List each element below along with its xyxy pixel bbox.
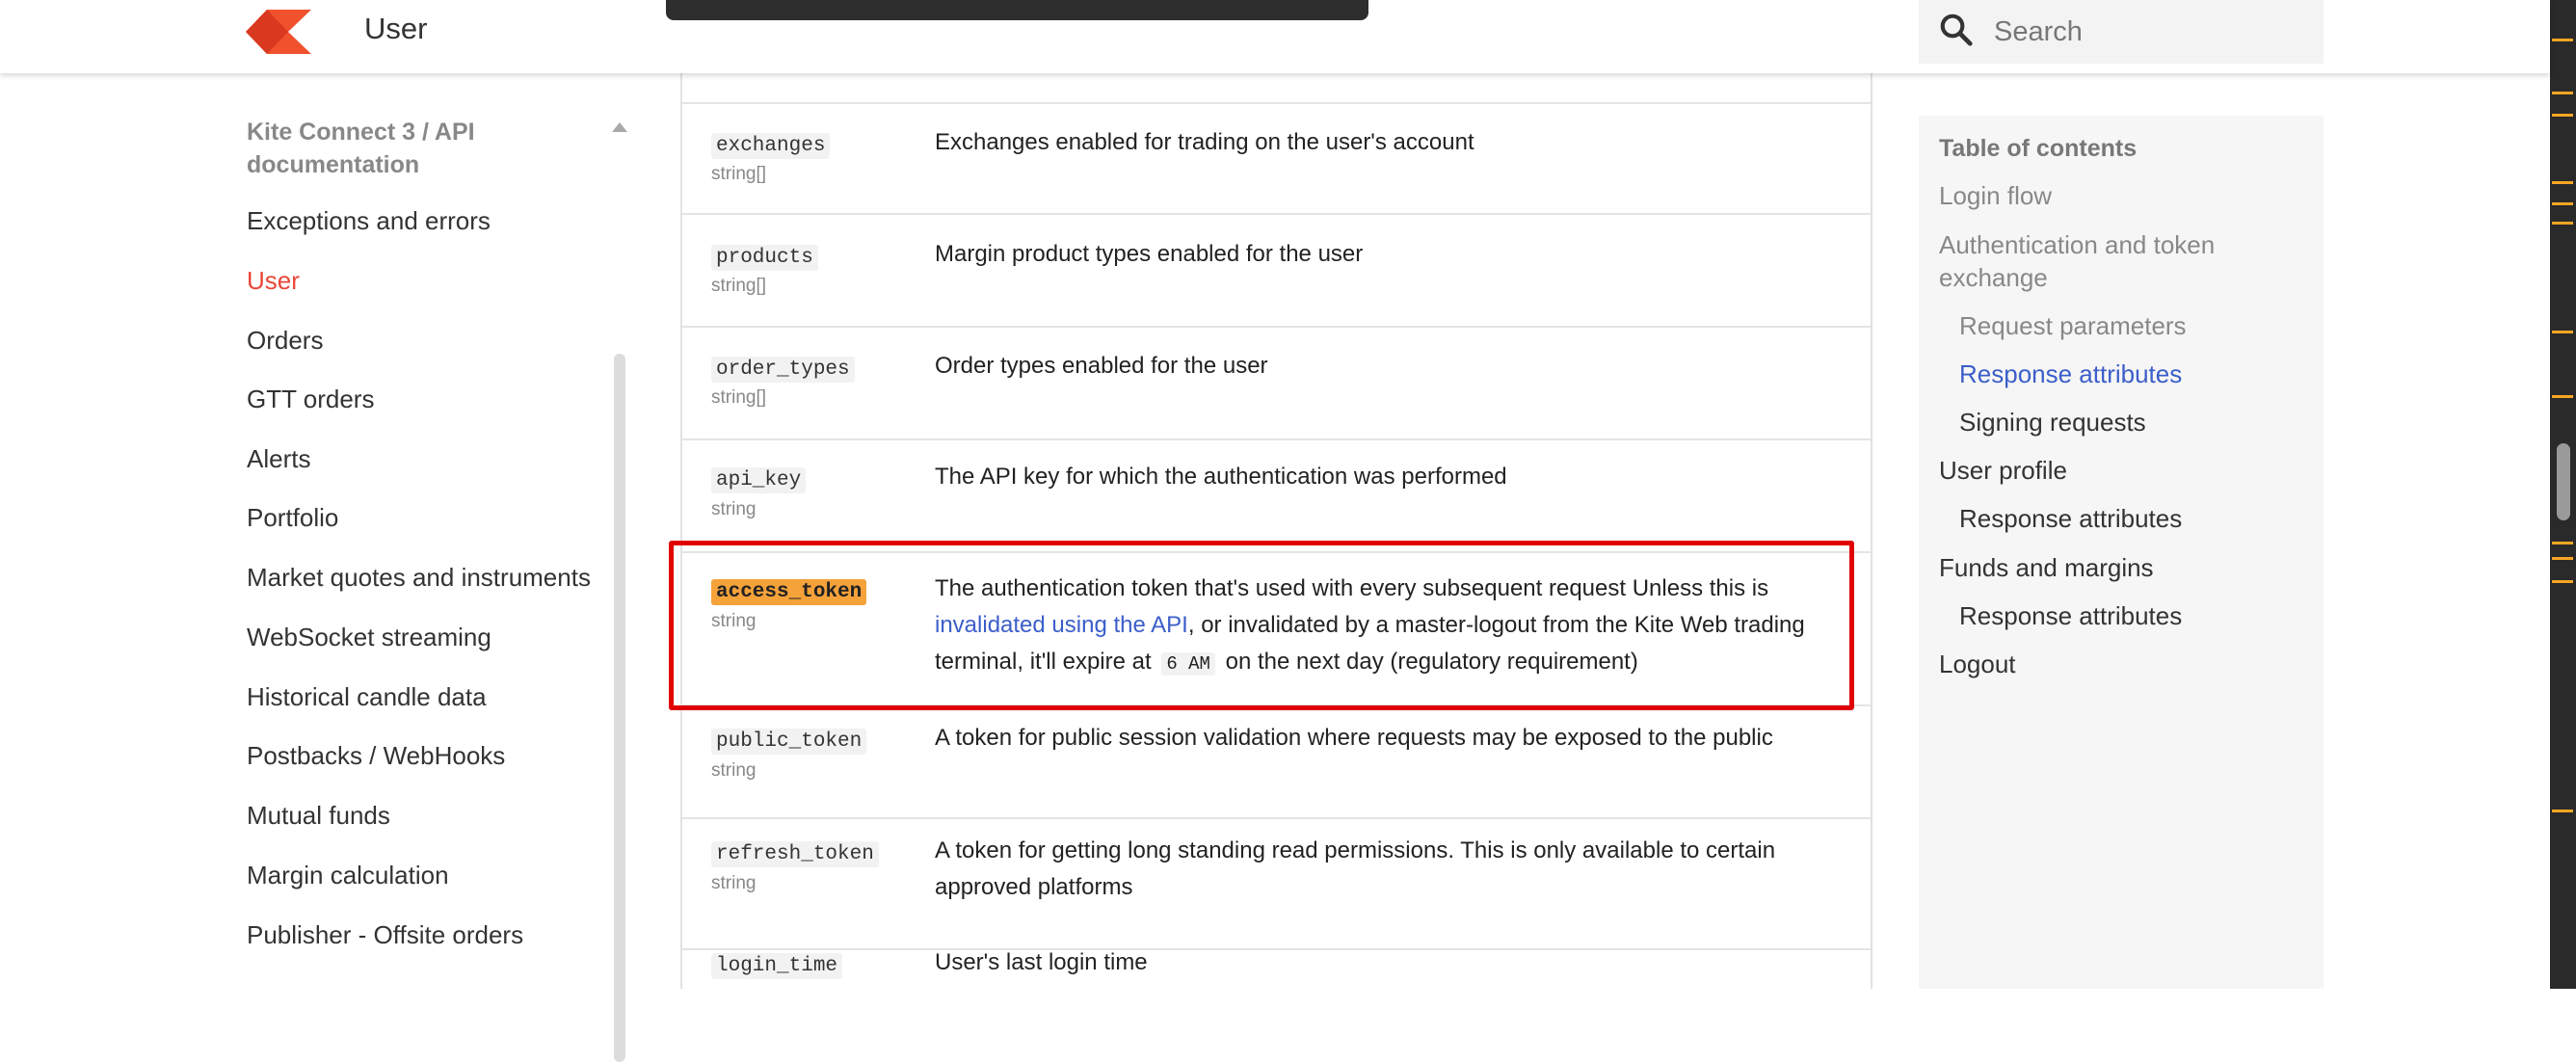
param-type: string [711, 760, 757, 781]
sidebar-item-gtt-orders[interactable]: GTT orders [247, 385, 374, 414]
toc-item-authentication[interactable]: Authentication and token exchange [1939, 228, 2305, 294]
param-description: Margin product types enabled for the use… [935, 241, 1364, 267]
sidebar-item-exceptions[interactable]: Exceptions and errors [247, 206, 491, 236]
sidebar-item-websocket[interactable]: WebSocket streaming [247, 623, 491, 652]
sidebar-item-publisher-offsite[interactable]: Publisher - Offsite orders [247, 920, 523, 950]
table-row: api_key string The API key for which the… [682, 440, 1871, 553]
table-row: order_types string[] Order types enabled… [682, 328, 1871, 440]
param-type: string [711, 499, 757, 519]
sidebar-section-title[interactable]: Kite Connect 3 / API documentation [247, 116, 536, 181]
param-name: public_token [711, 729, 867, 755]
param-description: A token for public session validation wh… [935, 725, 1773, 751]
param-type: string[] [711, 276, 767, 296]
search-icon[interactable] [1938, 12, 1975, 48]
search-match-marker [2552, 331, 2573, 333]
toc-item-request-parameters[interactable]: Request parameters [1959, 309, 2187, 342]
param-name: refresh_token [711, 841, 879, 867]
toc-item-logout[interactable]: Logout [1939, 648, 2016, 680]
top-header: User [0, 0, 2550, 73]
search-match-marker [2552, 202, 2573, 205]
search-match-marker [2552, 395, 2573, 398]
param-name: order_types [711, 357, 855, 383]
sidebar: Kite Connect 3 / API documentation Excep… [0, 73, 636, 1062]
sidebar-item-portfolio[interactable]: Portfolio [247, 503, 338, 533]
param-description: The API key for which the authentication… [935, 464, 1507, 490]
param-description: User's last login time [935, 949, 1148, 975]
search-match-marker [2552, 39, 2573, 41]
toc-item-login-flow[interactable]: Login flow [1939, 179, 2052, 212]
search-match-marker [2552, 542, 2573, 544]
param-type: string[] [711, 387, 767, 408]
toc-item-user-profile[interactable]: User profile [1939, 454, 2067, 487]
sidebar-item-historical[interactable]: Historical candle data [247, 682, 487, 712]
table-row: exchanges string[] Exchanges enabled for… [682, 104, 1871, 215]
search-match-marker [2552, 580, 2573, 583]
table-row: login_time User's last login time [682, 949, 1871, 989]
table-row: refresh_token string A token for getting… [682, 819, 1871, 950]
sidebar-scrollbar[interactable] [614, 354, 625, 1062]
search-match-marker [2552, 222, 2573, 225]
page-title: User [364, 12, 428, 45]
table-row [682, 73, 1871, 104]
search-box[interactable] [1919, 0, 2324, 64]
sidebar-item-orders[interactable]: Orders [247, 326, 323, 356]
sidebar-item-margin-calculation[interactable]: Margin calculation [247, 861, 449, 890]
search-match-marker [2552, 181, 2573, 184]
toc-item-signing-requests[interactable]: Signing requests [1959, 406, 2146, 438]
search-match-marker [2552, 92, 2573, 94]
param-type: string[] [711, 164, 767, 184]
toc-item-response-attributes-active[interactable]: Response attributes [1959, 358, 2182, 390]
red-highlight-annotation [669, 541, 1854, 710]
sidebar-item-market-quotes[interactable]: Market quotes and instruments [247, 563, 591, 593]
param-name: api_key [711, 467, 807, 493]
kite-logo-icon[interactable] [246, 10, 311, 54]
sidebar-item-postbacks[interactable]: Postbacks / WebHooks [247, 741, 505, 771]
search-input[interactable] [1992, 13, 2304, 51]
toc-item-funds-margins[interactable]: Funds and margins [1939, 551, 2154, 584]
toc-title: Table of contents [1939, 135, 2138, 162]
search-match-marker [2552, 557, 2573, 560]
sidebar-item-alerts[interactable]: Alerts [247, 444, 310, 474]
collapse-caret-icon[interactable] [612, 122, 627, 132]
param-type: string [711, 873, 757, 893]
scrollbar-thumb[interactable] [2557, 443, 2570, 520]
param-description: Exchanges enabled for trading on the use… [935, 129, 1474, 155]
table-row: public_token string A token for public s… [682, 706, 1871, 819]
table-row: products string[] Margin product types e… [682, 215, 1871, 328]
tooltip-bar [666, 0, 1368, 20]
search-match-marker [2552, 810, 2573, 812]
param-name: exchanges [711, 133, 831, 159]
table-of-contents: Table of contents Login flow Authenticat… [1919, 116, 2324, 989]
param-name: products [711, 245, 818, 271]
page-scrollbar[interactable] [2550, 0, 2576, 989]
sidebar-item-user[interactable]: User [247, 266, 300, 296]
toc-item-response-attributes[interactable]: Response attributes [1959, 502, 2182, 535]
param-description: Order types enabled for the user [935, 353, 1268, 379]
param-name: login_time [711, 953, 843, 979]
response-attributes-table: exchanges string[] Exchanges enabled for… [680, 73, 1872, 989]
toc-item-response-attributes[interactable]: Response attributes [1959, 599, 2182, 632]
param-description: A token for getting long standing read p… [935, 837, 1776, 900]
search-match-marker [2552, 114, 2573, 117]
sidebar-item-mutual-funds[interactable]: Mutual funds [247, 801, 390, 831]
